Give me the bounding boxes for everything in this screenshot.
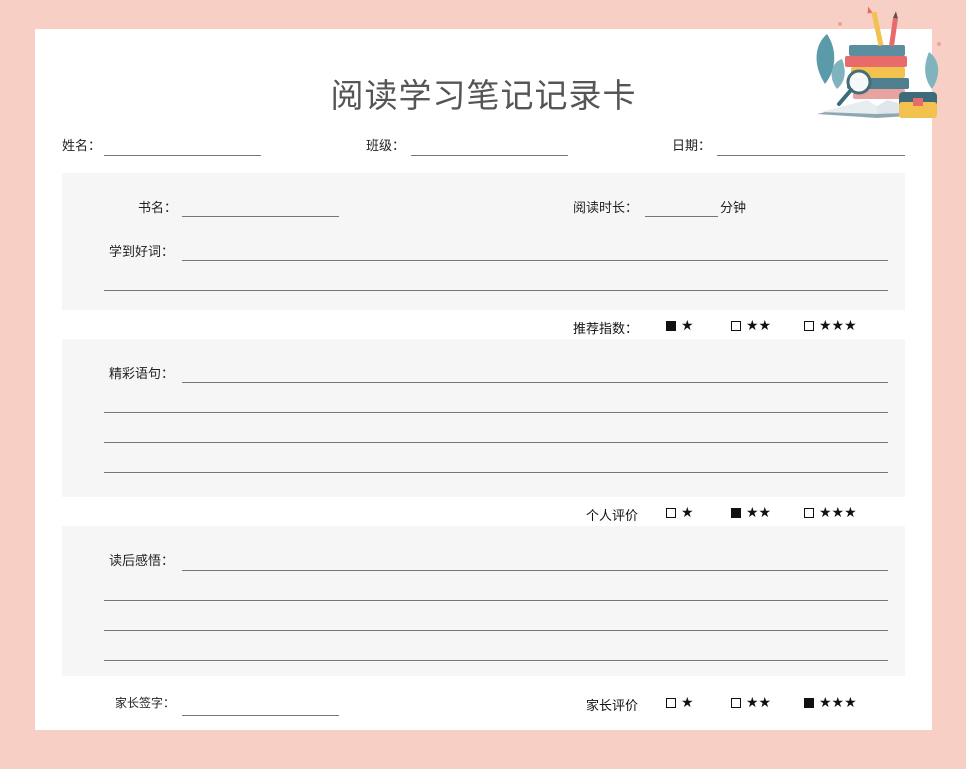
duration-unit: 分钟 — [720, 201, 747, 216]
checkbox-icon — [666, 698, 676, 708]
book-name-label: 书名： — [138, 201, 178, 216]
checkbox-icon — [666, 508, 676, 518]
sentences-label: 精彩语句： — [109, 367, 175, 382]
reflection-line-2[interactable] — [104, 600, 888, 601]
reflection-line-3[interactable] — [104, 630, 888, 631]
reading-duration-label: 阅读时长： — [573, 201, 639, 216]
good-words-line-1[interactable] — [182, 260, 888, 261]
checkbox-icon — [804, 508, 814, 518]
parent-option-2[interactable]: ★★ — [731, 695, 771, 711]
personal-option-2[interactable]: ★★ — [731, 505, 771, 521]
page-title: 阅读学习笔记记录卡 — [330, 76, 637, 115]
name-field[interactable] — [104, 155, 261, 156]
checkbox-icon — [731, 321, 741, 331]
reading-duration-field[interactable] — [645, 216, 718, 217]
record-card: 阅读学习笔记记录卡 姓名： 班级： 日期： 书名： 阅读时长： 分钟 学到好词：… — [35, 6, 941, 730]
checkbox-icon — [731, 508, 741, 518]
class-field[interactable] — [411, 155, 568, 156]
personal-option-3[interactable]: ★★★ — [804, 505, 857, 521]
checkbox-icon — [731, 698, 741, 708]
recommend-label: 推荐指数： — [573, 322, 639, 337]
good-words-label: 学到好词： — [109, 245, 175, 260]
parent-option-1[interactable]: ★ — [666, 695, 694, 711]
parent-sign-label: 家长签字： — [115, 696, 176, 710]
date-field[interactable] — [717, 155, 905, 156]
checkbox-icon — [804, 698, 814, 708]
personal-label: 个人评价 — [586, 509, 639, 524]
parent-option-3[interactable]: ★★★ — [804, 695, 857, 711]
personal-option-1[interactable]: ★ — [666, 505, 694, 521]
sentences-line-4[interactable] — [104, 472, 888, 473]
checkbox-icon — [666, 321, 676, 331]
book-name-field[interactable] — [182, 216, 339, 217]
sentences-line-1[interactable] — [182, 382, 888, 383]
recommend-rating: 推荐指数： ★ ★★ ★★★ — [573, 318, 893, 337]
sentences-line-3[interactable] — [104, 442, 888, 443]
name-label: 姓名： — [62, 139, 102, 154]
parent-eval-label: 家长评价 — [586, 699, 639, 714]
reflection-line-1[interactable] — [182, 570, 888, 571]
reflection-label: 读后感悟： — [109, 554, 175, 569]
recommend-option-2[interactable]: ★★ — [731, 318, 771, 334]
parent-sign-field[interactable] — [182, 715, 339, 716]
personal-rating: 个人评价 ★ ★★ ★★★ — [586, 505, 893, 524]
checkbox-icon — [804, 321, 814, 331]
sentences-line-2[interactable] — [104, 412, 888, 413]
reflection-line-4[interactable] — [104, 660, 888, 661]
parent-rating: 家长评价 ★ ★★ ★★★ — [586, 695, 893, 714]
recommend-option-3[interactable]: ★★★ — [804, 318, 857, 334]
recommend-option-1[interactable]: ★ — [666, 318, 694, 334]
class-label: 班级： — [366, 139, 406, 154]
sentences-panel — [62, 339, 905, 497]
reflection-panel — [62, 526, 905, 676]
date-label: 日期： — [672, 139, 712, 154]
good-words-line-2[interactable] — [104, 290, 888, 291]
